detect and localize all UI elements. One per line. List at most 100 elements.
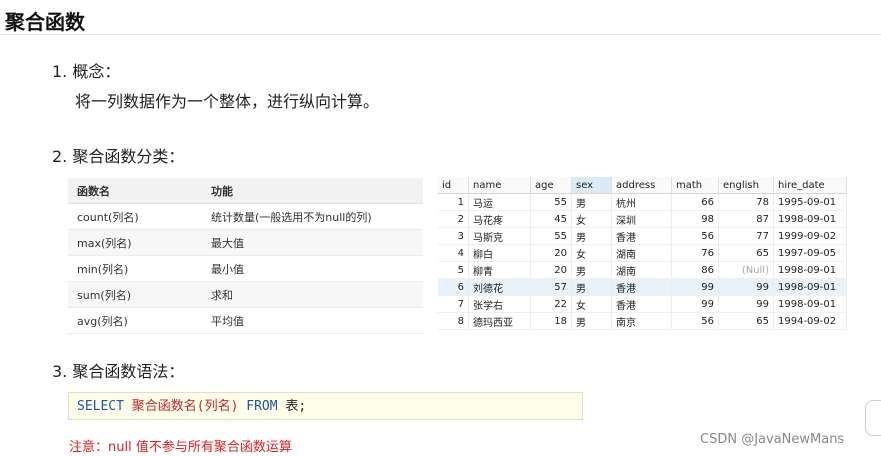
cell-age[interactable]: 22 (530, 295, 572, 313)
col-header-name[interactable]: name (468, 177, 531, 194)
cell-id[interactable]: 7 (438, 295, 469, 313)
cell-name[interactable]: 马花疼 (468, 210, 531, 228)
cell-name[interactable]: 马运 (468, 193, 531, 211)
col-header-age[interactable]: age (530, 177, 572, 194)
cell-id[interactable]: 5 (438, 261, 469, 279)
section-1-heading: 1. 概念： (52, 62, 121, 81)
cell-math[interactable]: 99 (671, 295, 719, 313)
cell-math[interactable]: 76 (671, 244, 719, 262)
cell-id[interactable]: 6 (438, 278, 469, 296)
table-row[interactable]: 7 张学右 22 女 香港 99 99 1998-09-01 (438, 295, 847, 313)
cell-address[interactable]: 香港 (611, 227, 672, 245)
cell-sex[interactable]: 男 (571, 227, 612, 245)
col-header-hire-date[interactable]: hire_date (773, 177, 847, 194)
cell-sex[interactable]: 女 (571, 210, 612, 228)
cell-english[interactable]: 99 (718, 278, 774, 296)
cell-hire-date[interactable]: 1998-09-01 (773, 210, 847, 228)
cell-address[interactable]: 湖南 (611, 261, 672, 279)
col-header-id[interactable]: id (438, 177, 469, 194)
side-scroll-tab[interactable] (865, 400, 881, 436)
cell-sex[interactable]: 男 (571, 261, 612, 279)
cell-sex[interactable]: 男 (571, 278, 612, 296)
cell-age[interactable]: 20 (530, 244, 572, 262)
cell-name[interactable]: 柳青 (468, 261, 531, 279)
col-header-address[interactable]: address (611, 177, 672, 194)
table-row[interactable]: 8 德玛西亚 18 男 南京 56 65 1994-09-02 (438, 312, 847, 330)
cell-id[interactable]: 4 (438, 244, 469, 262)
cell-address[interactable]: 湖南 (611, 244, 672, 262)
cell-address[interactable]: 南京 (611, 312, 672, 330)
cell-math[interactable]: 56 (671, 227, 719, 245)
cell-english[interactable]: 77 (718, 227, 774, 245)
table-row[interactable]: 1 马运 55 男 杭州 66 78 1995-09-01 (438, 193, 847, 211)
cell-english[interactable]: 87 (718, 210, 774, 228)
cell-address[interactable]: 香港 (611, 278, 672, 296)
cell-name[interactable]: 德玛西亚 (468, 312, 531, 330)
col-header-english[interactable]: english (718, 177, 774, 194)
cell-hire-date[interactable]: 1994-09-02 (773, 312, 847, 330)
function-desc: 平均值 (202, 307, 423, 334)
cell-address[interactable]: 香港 (611, 295, 672, 313)
cell-age[interactable]: 18 (530, 312, 572, 330)
cell-sex[interactable]: 男 (571, 193, 612, 211)
cell-age[interactable]: 57 (530, 278, 572, 296)
function-name: count(列名) (68, 203, 202, 230)
function-desc: 最小值 (202, 255, 423, 282)
function-table-header: 函数名 功能 (68, 178, 423, 204)
cell-name[interactable]: 张学右 (468, 295, 531, 313)
cell-english[interactable]: 78 (718, 193, 774, 211)
table-row[interactable]: 4 柳白 20 女 湖南 76 65 1997-09-05 (438, 244, 847, 262)
table-row: max(列名) 最大值 (68, 229, 423, 256)
cell-math[interactable]: 99 (671, 278, 719, 296)
cell-math[interactable]: 66 (671, 193, 719, 211)
cell-english[interactable]: 65 (718, 244, 774, 262)
function-name: sum(列名) (68, 281, 202, 308)
table-row[interactable]: 2 马花疼 45 女 深圳 98 87 1998-09-01 (438, 210, 847, 228)
function-desc-header: 功能 (202, 178, 423, 204)
cell-id[interactable]: 3 (438, 227, 469, 245)
col-header-math[interactable]: math (671, 177, 719, 194)
cell-sex[interactable]: 女 (571, 244, 612, 262)
cell-sex[interactable]: 男 (571, 312, 612, 330)
cell-math[interactable]: 56 (671, 312, 719, 330)
cell-age[interactable]: 20 (530, 261, 572, 279)
code-function: 聚合函数名(列名) (131, 399, 239, 414)
cell-english-null[interactable]: (Null) (718, 261, 774, 279)
cell-address[interactable]: 深圳 (611, 210, 672, 228)
cell-math[interactable]: 98 (671, 210, 719, 228)
table-row[interactable]: 3 马斯克 55 男 香港 56 77 1999-09-02 (438, 227, 847, 245)
function-name: min(列名) (68, 255, 202, 282)
cell-english[interactable]: 65 (718, 312, 774, 330)
table-row[interactable]: 5 柳青 20 男 湖南 86 (Null) 1998-09-01 (438, 261, 847, 279)
cell-hire-date[interactable]: 1997-09-05 (773, 244, 847, 262)
function-desc: 求和 (202, 281, 423, 308)
section-2-heading: 2. 聚合函数分类： (52, 147, 185, 166)
cell-math[interactable]: 86 (671, 261, 719, 279)
cell-name[interactable]: 马斯克 (468, 227, 531, 245)
cell-age[interactable]: 55 (530, 193, 572, 211)
cell-hire-date[interactable]: 1999-09-02 (773, 227, 847, 245)
table-row: avg(列名) 平均值 (68, 307, 423, 334)
code-block: SELECT 聚合函数名(列名) FROM 表; (68, 392, 583, 420)
cell-id[interactable]: 2 (438, 210, 469, 228)
table-row-highlighted[interactable]: 6 刘德花 57 男 香港 99 99 1998-09-01 (438, 278, 847, 296)
cell-hire-date[interactable]: 1998-09-01 (773, 261, 847, 279)
cell-age[interactable]: 55 (530, 227, 572, 245)
function-name: max(列名) (68, 229, 202, 256)
cell-id[interactable]: 1 (438, 193, 469, 211)
section-1-text: 将一列数据作为一个整体，进行纵向计算。 (75, 92, 380, 111)
cell-hire-date[interactable]: 1998-09-01 (773, 295, 847, 313)
cell-name[interactable]: 刘德花 (468, 278, 531, 296)
function-name-header: 函数名 (68, 178, 202, 204)
data-grid: id name age sex address math english hir… (438, 177, 847, 330)
cell-age[interactable]: 45 (530, 210, 572, 228)
cell-hire-date[interactable]: 1998-09-01 (773, 278, 847, 296)
cell-name[interactable]: 柳白 (468, 244, 531, 262)
cell-hire-date[interactable]: 1995-09-01 (773, 193, 847, 211)
cell-sex[interactable]: 女 (571, 295, 612, 313)
cell-address[interactable]: 杭州 (611, 193, 672, 211)
col-header-sex[interactable]: sex (571, 177, 612, 194)
cell-id[interactable]: 8 (438, 312, 469, 330)
code-table: 表; (285, 399, 307, 414)
cell-english[interactable]: 99 (718, 295, 774, 313)
